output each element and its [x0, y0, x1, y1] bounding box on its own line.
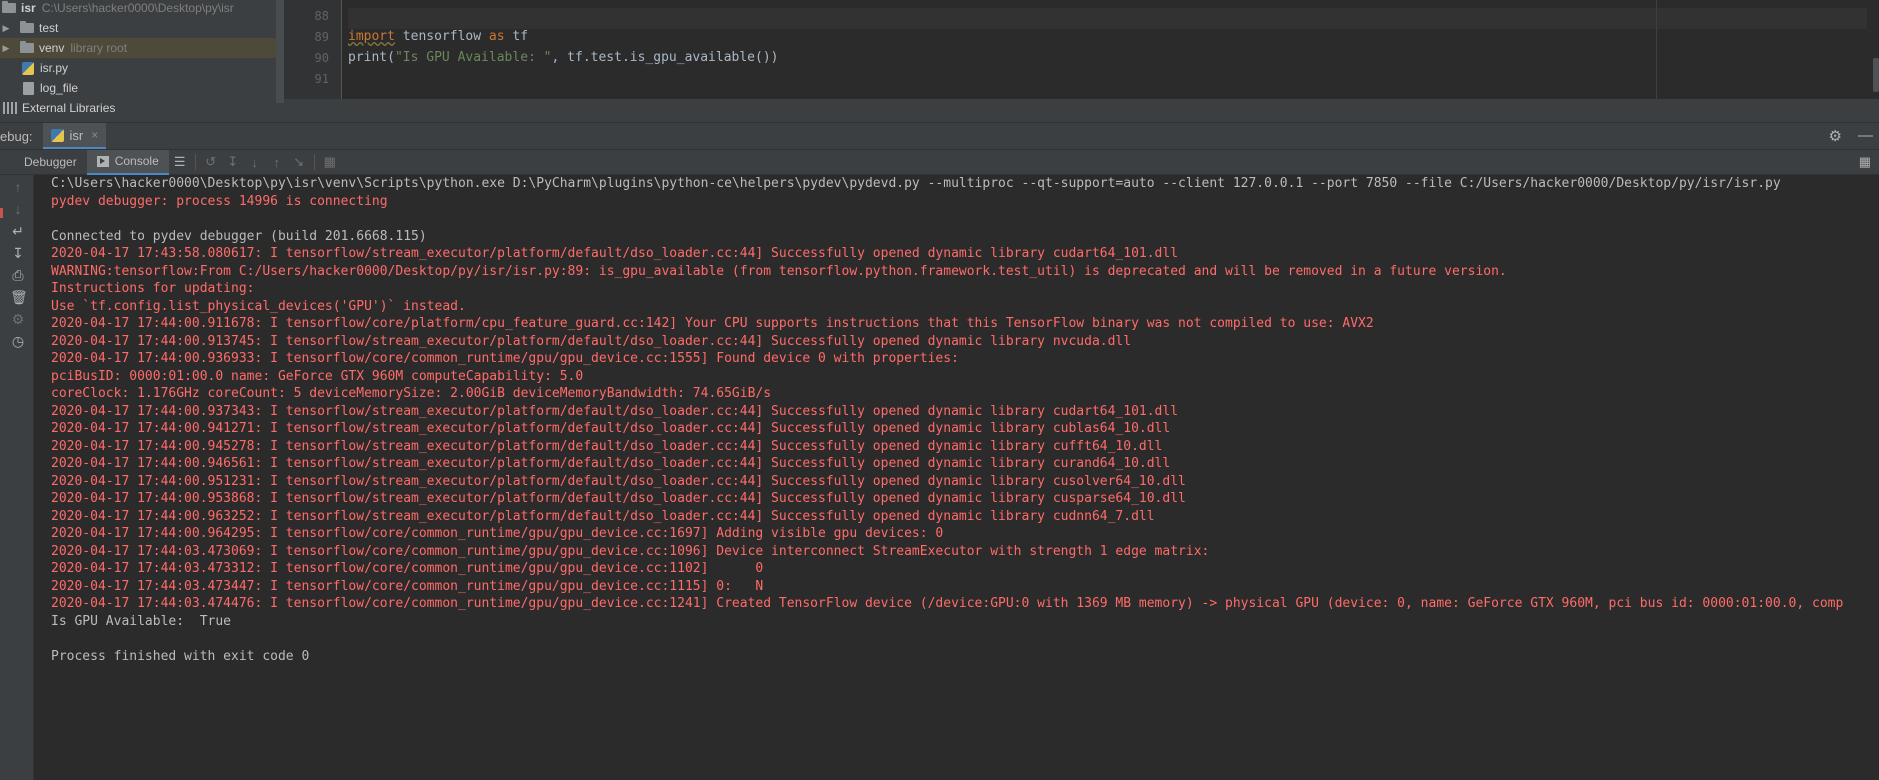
tree-item-hint: library root: [70, 41, 128, 55]
scroll-down-icon[interactable]: ↓: [10, 201, 26, 217]
right-margin-guide: [1656, 0, 1657, 99]
tree-item-label: venv: [39, 41, 65, 55]
debug-tool-window-header: ebug: isr × ⚙ —: [0, 122, 1879, 150]
settings-icon[interactable]: ⚙: [10, 311, 26, 328]
run-to-cursor-icon[interactable]: ↘: [288, 154, 310, 170]
scrollbar-thumb[interactable]: [1873, 58, 1879, 92]
tab-console[interactable]: Console: [86, 149, 169, 175]
scroll-up-icon[interactable]: ↑: [10, 179, 26, 195]
console-stderr-line: WARNING:tensorflow:From C:/Users/hacker0…: [51, 263, 1507, 279]
code-token: "Is GPU Available: ": [394, 50, 552, 65]
folder-icon: [20, 41, 34, 53]
code-token: print(: [348, 50, 395, 65]
tree-item-test[interactable]: ▶ test: [0, 18, 276, 38]
tree-item-label: test: [39, 21, 59, 35]
close-icon[interactable]: ×: [91, 128, 98, 142]
code-token: , tf.test.is_gpu_available()): [551, 50, 779, 65]
tree-root-name: isr: [21, 1, 36, 15]
line-number: 91: [314, 72, 329, 86]
console-icon: [96, 155, 109, 167]
code-line[interactable]: print("Is GPU Available: ", tf.test.is_g…: [348, 50, 779, 65]
expand-arrow-icon[interactable]: ▶: [0, 43, 12, 54]
debug-toolbar: Debugger Console ☰ ↺ ↧ ↓ ↑ ↘ ▦ ▦: [0, 149, 1879, 175]
tab-debugger-label: Debugger: [24, 155, 77, 169]
tree-item-isr-py[interactable]: isr.py: [0, 58, 276, 78]
editor-scrollbar[interactable]: [1867, 0, 1879, 99]
tree-item-external-libraries[interactable]: External Libraries: [0, 98, 276, 118]
tree-root[interactable]: isr C:\Users\hacker0000\Desktop\py\isr: [0, 0, 276, 18]
console-stdout-line: Is GPU Available: True: [51, 613, 232, 629]
layout-settings-icon[interactable]: ▦: [1859, 154, 1871, 170]
step-out-icon[interactable]: ↑: [266, 155, 288, 170]
line-number: 90: [314, 51, 329, 65]
soft-wrap-icon[interactable]: ↵: [10, 223, 26, 240]
libraries-icon: [3, 102, 17, 114]
console-stderr-line: 2020-04-17 17:44:03.474476: I tensorflow…: [51, 596, 1844, 611]
expand-arrow-icon[interactable]: ▶: [0, 23, 12, 34]
evaluate-expression-icon[interactable]: ▦: [319, 154, 341, 170]
project-tree: isr C:\Users\hacker0000\Desktop\py\isr ▶…: [0, 0, 276, 122]
scroll-to-end-icon[interactable]: ↧: [10, 245, 26, 262]
tree-root-path: C:\Users\hacker0000\Desktop\py\isr: [41, 1, 234, 15]
minimize-icon[interactable]: —: [1858, 127, 1873, 145]
debug-session-tab[interactable]: isr ×: [42, 123, 107, 149]
console-output[interactable]: C:\Users\hacker0000\Desktop\py\isr\venv\…: [35, 175, 1879, 780]
tab-debugger[interactable]: Debugger: [14, 150, 87, 175]
clear-all-icon[interactable]: 🗑: [10, 289, 28, 306]
debug-window-label: ebug:: [0, 128, 33, 144]
step-over-icon[interactable]: ↧: [222, 154, 244, 170]
tree-scrollbar[interactable]: [276, 0, 284, 103]
history-icon[interactable]: ◷: [10, 333, 26, 350]
debug-session-tab-label: isr: [69, 127, 84, 143]
top-area: isr C:\Users\hacker0000\Desktop\py\isr ▶…: [0, 0, 1879, 122]
console-stdout-line: Process finished with exit code 0: [51, 648, 310, 664]
toolbar-separator: [194, 154, 196, 170]
text-file-icon: [23, 81, 34, 95]
code-token: import: [348, 29, 395, 44]
toolbar-separator: [313, 154, 315, 170]
line-number-gutter: 88 89 90 91: [284, 0, 342, 99]
python-icon: [50, 128, 64, 142]
tab-console-label: Console: [114, 154, 159, 168]
header-actions: ⚙ —: [1829, 127, 1873, 145]
menu-lines-icon[interactable]: ☰: [169, 154, 191, 170]
show-execution-point-icon[interactable]: ↺: [200, 154, 222, 170]
console-stderr-line: pydev debugger: process 14996 is connect…: [51, 193, 388, 209]
code-token: tensorflow: [394, 29, 489, 44]
folder-icon: [2, 1, 16, 13]
debug-actions-strip: ↑ ↓ ↵ ↧ ⎙ 🗑 ⚙ ◷: [0, 175, 34, 780]
line-number: 89: [314, 30, 329, 44]
tree-item-log-file[interactable]: log_file: [0, 78, 276, 98]
gear-icon[interactable]: ⚙: [1829, 127, 1842, 145]
print-icon[interactable]: ⎙: [10, 267, 26, 284]
python-file-icon: [22, 61, 34, 75]
code-token: tf: [504, 29, 529, 44]
step-into-icon[interactable]: ↓: [244, 155, 266, 170]
code-line[interactable]: import tensorflow as tf: [348, 29, 528, 44]
line-number: 88: [314, 9, 329, 23]
tree-item-venv[interactable]: ▶ venv library root: [0, 38, 276, 58]
tree-item-label: log_file: [40, 81, 79, 95]
tree-item-label: isr.py: [40, 61, 69, 75]
tree-item-label: External Libraries: [22, 101, 116, 115]
code-area[interactable]: import tensorflow as tf print("Is GPU Av…: [348, 0, 1879, 99]
code-editor[interactable]: 88 89 90 91 import tensorflow as tf prin…: [284, 0, 1879, 99]
current-line-highlight: [348, 8, 1879, 29]
folder-icon: [20, 21, 34, 33]
stop-marker: [0, 208, 3, 218]
code-token: as: [488, 29, 505, 44]
